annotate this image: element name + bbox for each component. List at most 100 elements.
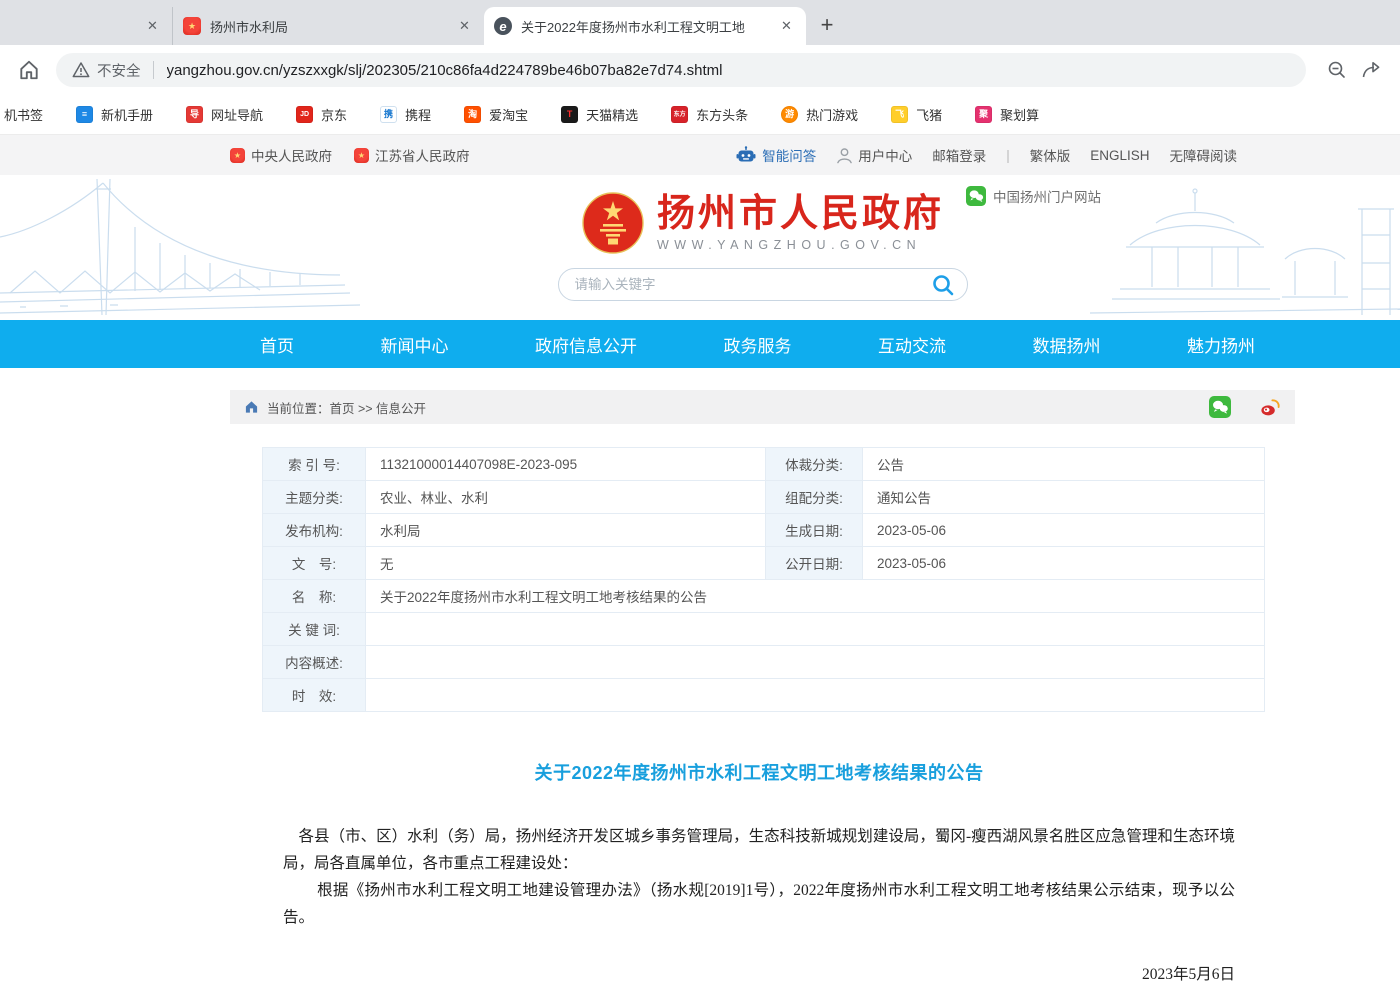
meta-value: 11321000014407098E-2023-095 (366, 448, 766, 481)
bookmark-ctrip[interactable]: 携携程 (380, 105, 431, 124)
meta-label: 组配分类: (766, 481, 863, 514)
link-jiangsu-gov[interactable]: ★江苏省人民政府 (354, 145, 470, 165)
meta-value (366, 613, 1265, 646)
table-row: 发布机构: 水利局 生成日期: 2023-05-06 (263, 514, 1265, 547)
article-body: 关于2022年度扬州市水利工程文明工地考核结果的公告 各县（市、区）水利（务）局… (230, 759, 1295, 997)
meta-value: 公告 (863, 448, 1265, 481)
close-icon[interactable]: ✕ (777, 17, 796, 36)
gov-utility-bar: ★中央人民政府 ★江苏省人民政府 智能问答 用户中心 邮箱登录 | 繁体版 EN… (0, 135, 1400, 175)
meta-value: 2023-05-06 (863, 547, 1265, 580)
breadcrumb-path[interactable]: 首页 >> 信息公开 (330, 398, 427, 417)
smart-qa-link[interactable]: 智能问答 (736, 145, 816, 165)
share-icon[interactable] (1354, 53, 1388, 87)
english-link[interactable]: ENGLISH (1090, 148, 1149, 163)
tab-shuiliju[interactable]: ★ 扬州市水利局 ✕ (172, 7, 484, 45)
meta-label: 公开日期: (766, 547, 863, 580)
table-row: 索 引 号: 11321000014407098E-2023-095 体裁分类:… (263, 448, 1265, 481)
user-center-link[interactable]: 用户中心 (836, 145, 912, 165)
bookmark-toutiao[interactable]: 东方东方头条 (671, 105, 748, 124)
meta-value (366, 679, 1265, 712)
tmall-icon: T (561, 106, 578, 123)
site-logo[interactable]: 扬州市人民政府 WWW.YANGZHOU.GOV.CN (230, 175, 1295, 255)
bookmark-nav[interactable]: 导网址导航 (186, 105, 263, 124)
browser-toolbar: 不安全 yangzhou.gov.cn/yzszxxgk/slj/202305/… (0, 45, 1400, 95)
close-icon[interactable]: ✕ (143, 17, 162, 36)
meta-label: 主题分类: (263, 481, 366, 514)
table-row: 时 效: (263, 679, 1265, 712)
bookmark-fliggy[interactable]: 飞飞猪 (891, 105, 942, 124)
search-icon[interactable] (931, 273, 955, 297)
bookmark-tmall[interactable]: T天猫精选 (561, 105, 638, 124)
nav-services[interactable]: 政务服务 (724, 332, 792, 357)
nav-info-disclosure[interactable]: 政府信息公开 (535, 332, 637, 357)
warning-icon (72, 61, 90, 79)
juhuasuan-icon: 聚 (975, 106, 992, 123)
bookmark-games[interactable]: 游热门游戏 (781, 105, 858, 124)
meta-label: 体裁分类: (766, 448, 863, 481)
user-icon (836, 147, 853, 164)
address-bar[interactable]: 不安全 yangzhou.gov.cn/yzszxxgk/slj/202305/… (56, 53, 1306, 87)
meta-value: 农业、林业、水利 (366, 481, 766, 514)
main-nav: 首页 新闻中心 政府信息公开 政务服务 互动交流 数据扬州 魅力扬州 (0, 320, 1400, 368)
page-content: 当前位置： 首页 >> 信息公开 索 引 号: 1132100001440709… (230, 390, 1295, 997)
mail-login-link[interactable]: 邮箱登录 (932, 145, 986, 165)
article-date: 2023年5月6日 (283, 962, 1235, 984)
address-divider (153, 61, 154, 79)
table-row: 关 键 词: (263, 613, 1265, 646)
bookmark-jd[interactable]: JD京东 (296, 105, 347, 124)
nav-interaction[interactable]: 互动交流 (878, 332, 946, 357)
article-paragraph: 根据《扬州市水利工程文明工地建设管理办法》（扬水规[2019]1号），2022年… (283, 877, 1235, 931)
nav-data[interactable]: 数据扬州 (1033, 332, 1101, 357)
accessibility-link[interactable]: 无障碍阅读 (1170, 145, 1238, 165)
site-search (558, 268, 968, 301)
close-icon[interactable]: ✕ (455, 17, 474, 36)
document-meta-table: 索 引 号: 11321000014407098E-2023-095 体裁分类:… (262, 447, 1265, 712)
article-title: 关于2022年度扬州市水利工程文明工地考核结果的公告 (283, 759, 1235, 785)
meta-value (366, 646, 1265, 679)
link-central-gov[interactable]: ★中央人民政府 (230, 145, 332, 165)
taobao-icon: 淘 (464, 106, 481, 123)
wechat-icon (966, 186, 986, 206)
table-row: 名 称: 关于2022年度扬州市水利工程文明工地考核结果的公告 (263, 580, 1265, 613)
national-emblem-icon (581, 191, 645, 255)
search-input[interactable] (575, 277, 931, 292)
tab-title: 关于2022年度扬州市水利工程文明工地 (521, 17, 771, 36)
meta-label: 发布机构: (263, 514, 366, 547)
wechat-share-icon[interactable] (1209, 396, 1231, 418)
gov-emblem-favicon: ★ (183, 17, 201, 35)
site-banner: 扬州市人民政府 WWW.YANGZHOU.GOV.CN 中国扬州门户网站 (0, 175, 1400, 320)
home-icon[interactable] (12, 53, 46, 87)
traditional-link[interactable]: 繁体版 (1030, 145, 1071, 165)
meta-value: 水利局 (366, 514, 766, 547)
nav-home[interactable]: 首页 (260, 332, 294, 357)
nav-news[interactable]: 新闻中心 (381, 332, 449, 357)
jd-icon: JD (296, 106, 313, 123)
weibo-share-icon[interactable] (1259, 396, 1281, 418)
bookmark-phone[interactable]: 机书签 (4, 105, 43, 124)
gov-emblem-icon: ★ (354, 148, 369, 163)
url-text: yangzhou.gov.cn/yzszxxgk/slj/202305/210c… (167, 62, 723, 79)
meta-label: 生成日期: (766, 514, 863, 547)
site-url: WWW.YANGZHOU.GOV.CN (657, 238, 944, 252)
meta-label: 文 号: (263, 547, 366, 580)
meta-value: 关于2022年度扬州市水利工程文明工地考核结果的公告 (366, 580, 1265, 613)
bookmark-manual[interactable]: ≡新机手册 (76, 105, 153, 124)
home-icon (244, 400, 259, 414)
tab-cutoff[interactable]: ✕ (0, 7, 172, 45)
bookmark-juhuasuan[interactable]: 聚聚划算 (975, 105, 1039, 124)
ctrip-icon: 携 (380, 106, 397, 123)
fliggy-pig-icon: 飞 (891, 106, 908, 123)
meta-label: 时 效: (263, 679, 366, 712)
zoom-out-icon[interactable] (1320, 53, 1354, 87)
gov-emblem-icon: ★ (230, 148, 245, 163)
tab-active-article[interactable]: e 关于2022年度扬州市水利工程文明工地 ✕ (484, 7, 806, 45)
meta-value: 2023-05-06 (863, 514, 1265, 547)
new-tab-button[interactable]: + (812, 10, 842, 40)
meta-label: 名 称: (263, 580, 366, 613)
portal-link[interactable]: 中国扬州门户网站 (966, 186, 1101, 206)
separator: | (1006, 148, 1010, 163)
bookmark-taobao[interactable]: 淘爱淘宝 (464, 105, 528, 124)
meta-label: 索 引 号: (263, 448, 366, 481)
games-icon: 游 (781, 106, 798, 123)
nav-charm[interactable]: 魅力扬州 (1187, 332, 1255, 357)
